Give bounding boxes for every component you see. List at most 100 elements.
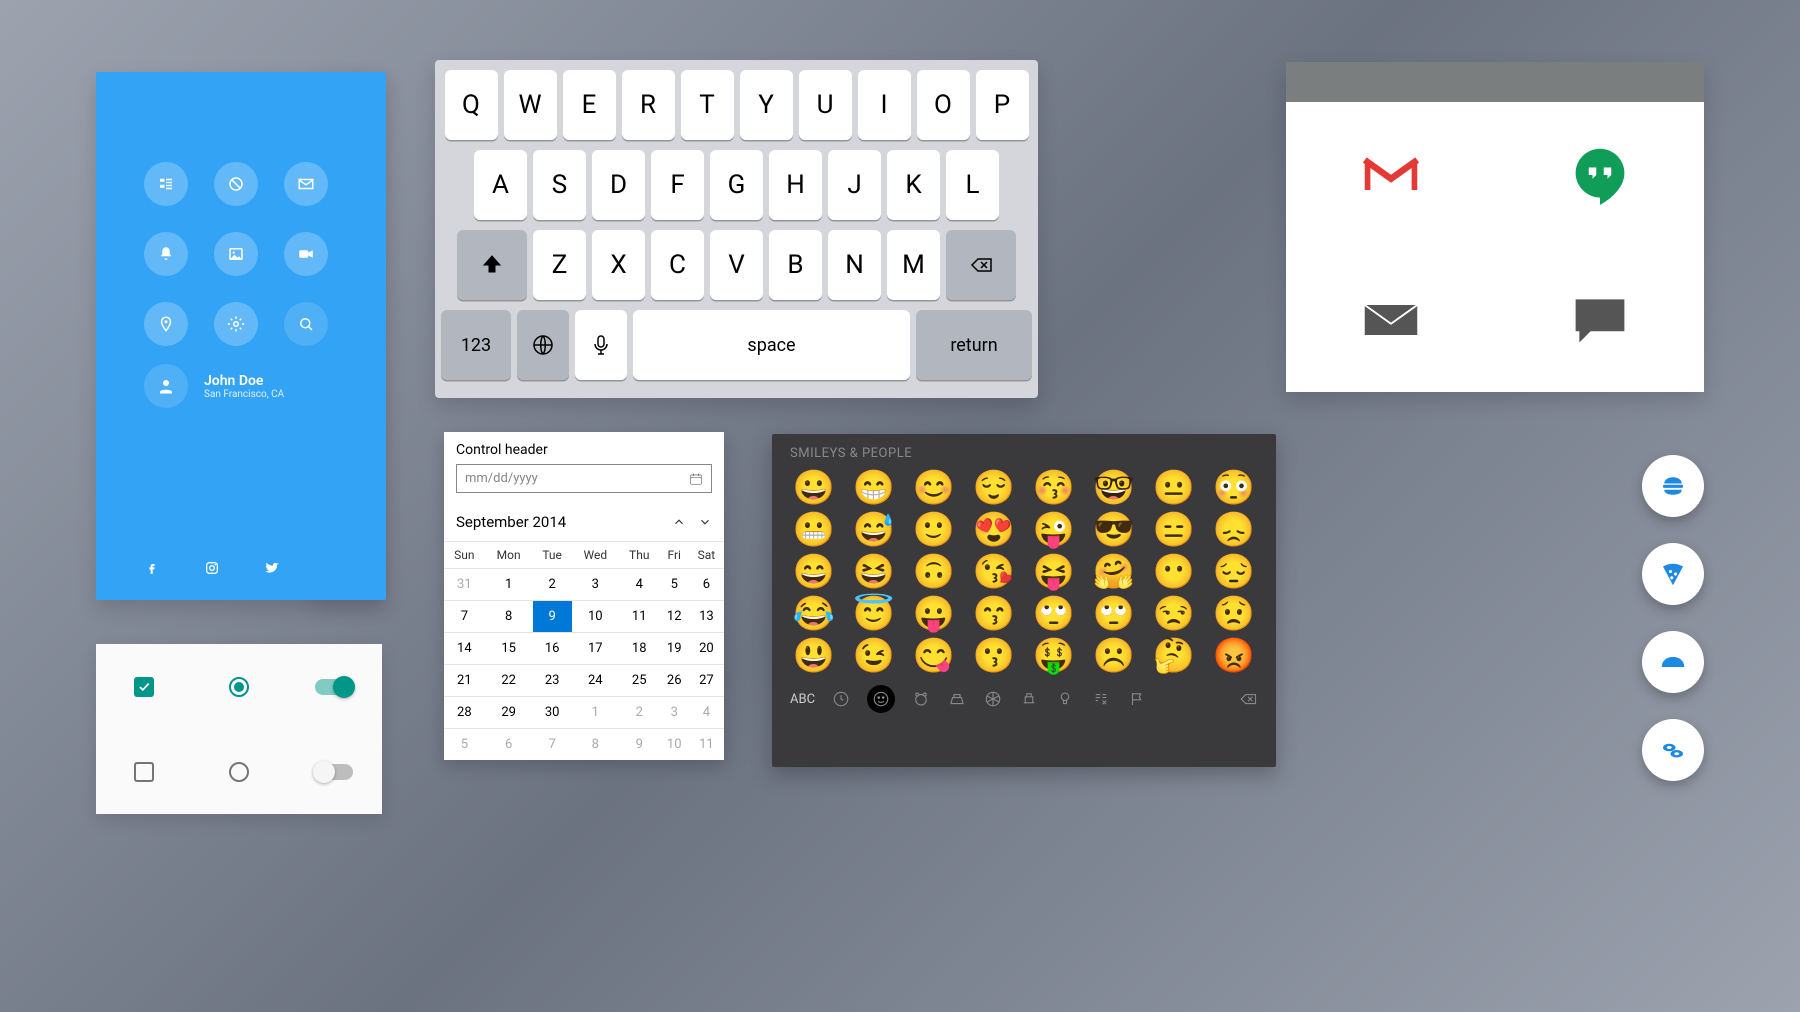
numbers-key[interactable]: 123 (441, 310, 511, 380)
calendar-day[interactable]: 14 (444, 633, 485, 665)
calendar-day[interactable]: 15 (485, 633, 533, 665)
instagram-icon[interactable] (204, 560, 220, 580)
key-x[interactable]: X (592, 230, 645, 300)
key-m[interactable]: M (887, 230, 940, 300)
emoji[interactable]: 😁 (850, 471, 898, 505)
calendar-day[interactable]: 21 (444, 665, 485, 697)
calendar-day[interactable]: 11 (689, 729, 724, 761)
return-key[interactable]: return (916, 310, 1032, 380)
emoji[interactable]: 😉 (850, 639, 898, 673)
key-h[interactable]: H (769, 150, 822, 220)
emoji[interactable]: 🙄 (1090, 597, 1138, 631)
calendar-day[interactable]: 6 (689, 569, 724, 601)
avatar-icon[interactable] (144, 364, 188, 408)
calendar-day[interactable]: 19 (660, 633, 689, 665)
emoji[interactable]: 😑 (1150, 513, 1198, 547)
calendar-day[interactable]: 24 (572, 665, 619, 697)
emoji[interactable]: 😞 (1210, 513, 1258, 547)
calendar-day[interactable]: 10 (572, 601, 619, 633)
key-p[interactable]: P (976, 70, 1029, 140)
radio-unselected[interactable] (229, 762, 249, 782)
calendar-day[interactable]: 30 (533, 697, 572, 729)
emoji[interactable]: 😗 (970, 639, 1018, 673)
key-q[interactable]: Q (445, 70, 498, 140)
calendar-day[interactable]: 8 (485, 601, 533, 633)
key-k[interactable]: K (887, 150, 940, 220)
calendar-day[interactable]: 4 (689, 697, 724, 729)
backspace-key[interactable] (946, 230, 1016, 300)
animals-icon[interactable] (911, 689, 931, 709)
calendar-day[interactable]: 12 (660, 601, 689, 633)
emoji[interactable]: 😌 (970, 471, 1018, 505)
search-icon[interactable] (284, 302, 328, 346)
emoji[interactable]: 😎 (1090, 513, 1138, 547)
date-input[interactable]: mm/dd/yyyy (456, 464, 712, 493)
emoji[interactable]: 😟 (1210, 597, 1258, 631)
dictation-key[interactable] (575, 310, 627, 380)
checkbox-checked[interactable] (134, 677, 154, 697)
calendar-day[interactable]: 18 (619, 633, 660, 665)
pin-icon[interactable] (144, 302, 188, 346)
key-w[interactable]: W (504, 70, 557, 140)
key-z[interactable]: Z (533, 230, 586, 300)
mail-icon[interactable] (1286, 247, 1495, 392)
abc-button[interactable]: ABC (790, 692, 815, 707)
fab-sushi[interactable] (1642, 719, 1704, 781)
symbols-icon[interactable] (1091, 689, 1111, 709)
activity-icon[interactable] (983, 689, 1003, 709)
emoji[interactable]: 🙃 (910, 555, 958, 589)
calendar-day[interactable]: 9 (619, 729, 660, 761)
calendar-day[interactable]: 4 (619, 569, 660, 601)
switch-off[interactable] (315, 764, 353, 780)
calendar-day[interactable]: 7 (444, 601, 485, 633)
emoji[interactable]: 😔 (1210, 555, 1258, 589)
key-j[interactable]: J (828, 150, 881, 220)
key-s[interactable]: S (533, 150, 586, 220)
checkbox-unchecked[interactable] (134, 762, 154, 782)
objects-icon[interactable] (1055, 689, 1075, 709)
emoji[interactable]: 😝 (1030, 555, 1078, 589)
next-month-icon[interactable] (698, 515, 712, 529)
key-e[interactable]: E (563, 70, 616, 140)
recent-icon[interactable] (831, 689, 851, 709)
messages-icon[interactable] (1495, 247, 1704, 392)
key-o[interactable]: O (917, 70, 970, 140)
key-v[interactable]: V (710, 230, 763, 300)
calendar-day[interactable]: 10 (660, 729, 689, 761)
calendar-day[interactable]: 11 (619, 601, 660, 633)
bell-icon[interactable] (144, 232, 188, 276)
mail-icon[interactable] (284, 162, 328, 206)
key-a[interactable]: A (474, 150, 527, 220)
calendar-day[interactable]: 25 (619, 665, 660, 697)
calendar-day[interactable]: 2 (533, 569, 572, 601)
calendar-day[interactable]: 17 (572, 633, 619, 665)
emoji[interactable]: 😐 (1150, 471, 1198, 505)
emoji[interactable]: 😳 (1210, 471, 1258, 505)
emoji[interactable]: 😜 (1030, 513, 1078, 547)
video-icon[interactable] (284, 232, 328, 276)
emoji[interactable]: 😋 (910, 639, 958, 673)
key-n[interactable]: N (828, 230, 881, 300)
gmail-icon[interactable] (1286, 102, 1495, 247)
calendar-day[interactable]: 6 (485, 729, 533, 761)
calendar-day[interactable]: 27 (689, 665, 724, 697)
calendar-day[interactable]: 1 (485, 569, 533, 601)
prev-month-icon[interactable] (672, 515, 686, 529)
smileys-icon[interactable] (867, 685, 895, 713)
emoji[interactable]: 😡 (1210, 639, 1258, 673)
emoji[interactable]: 😶 (1150, 555, 1198, 589)
emoji[interactable]: 😙 (970, 597, 1018, 631)
emoji[interactable]: 😀 (790, 471, 838, 505)
emoji[interactable]: 🤗 (1090, 555, 1138, 589)
calendar-day[interactable]: 26 (660, 665, 689, 697)
calendar-day[interactable]: 22 (485, 665, 533, 697)
globe-key[interactable] (517, 310, 569, 380)
calendar-day[interactable]: 23 (533, 665, 572, 697)
travel-icon[interactable] (1019, 689, 1039, 709)
twitter-icon[interactable] (264, 560, 280, 580)
emoji[interactable]: 😘 (970, 555, 1018, 589)
calendar-day[interactable]: 31 (444, 569, 485, 601)
key-f[interactable]: F (651, 150, 704, 220)
shift-key[interactable] (457, 230, 527, 300)
key-u[interactable]: U (799, 70, 852, 140)
